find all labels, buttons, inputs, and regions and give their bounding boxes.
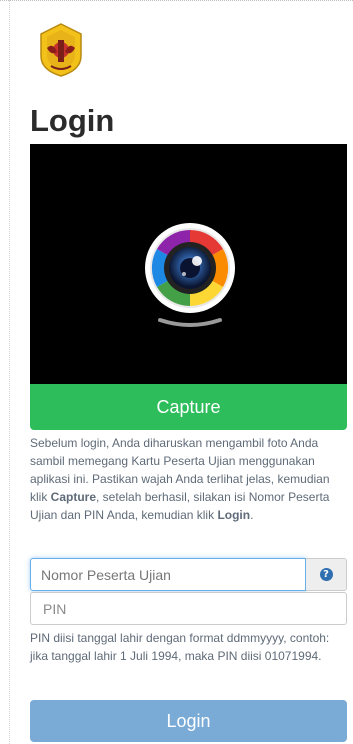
help-button[interactable]: ?: [306, 558, 347, 591]
instructions-text: Sebelum login, Anda diharuskan mengambil…: [30, 434, 348, 524]
page-title: Login: [30, 103, 115, 138]
nomor-peserta-input[interactable]: [30, 558, 306, 591]
camera-preview: [30, 144, 347, 384]
left-dotted-border: [9, 0, 10, 744]
capture-button[interactable]: Capture: [30, 384, 347, 430]
instructions-capture-word: Capture: [50, 490, 97, 504]
instructions-login-word: Login: [217, 508, 251, 522]
webcam-lens-icon: [142, 222, 238, 332]
university-seal-logo: [37, 22, 85, 78]
instructions-part3: .: [250, 508, 254, 522]
top-dotted-border: [0, 0, 353, 1]
pin-help-text: PIN diisi tanggal lahir dengan format dd…: [30, 631, 330, 663]
pin-input[interactable]: [30, 592, 347, 625]
login-button[interactable]: Login: [30, 700, 347, 742]
question-circle-icon: ?: [319, 568, 333, 581]
nomor-input-group: ?: [30, 558, 347, 591]
